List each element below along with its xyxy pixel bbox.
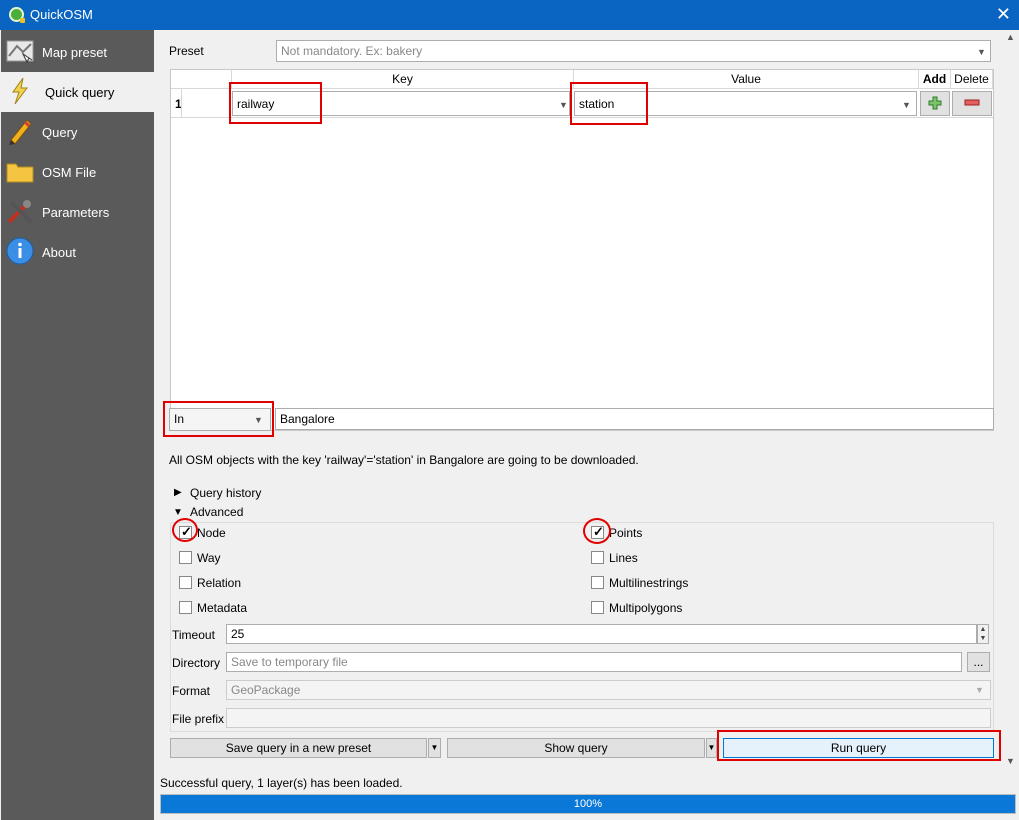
sidebar-item-label: Map preset: [42, 45, 108, 60]
way-label: Way: [197, 551, 221, 565]
lines-label: Lines: [609, 551, 638, 565]
triangle-right-icon[interactable]: ▶: [174, 487, 182, 498]
chevron-down-icon[interactable]: ▼: [977, 47, 986, 57]
timeout-label: Timeout: [172, 628, 215, 642]
multipolygons-label: Multipolygons: [609, 601, 683, 615]
chevron-down-icon[interactable]: ▼: [902, 100, 911, 110]
metadata-label: Metadata: [197, 601, 248, 615]
advanced-toggle[interactable]: Advanced: [190, 505, 243, 519]
add-row-button[interactable]: [920, 91, 950, 116]
triangle-down-icon[interactable]: ▼: [173, 507, 183, 518]
vertical-scrollbar[interactable]: ▲ ▼: [1003, 30, 1019, 772]
window-title: QuickOSM: [30, 7, 93, 22]
timeout-spinbox[interactable]: 25: [226, 624, 977, 644]
delete-row-button[interactable]: [952, 91, 992, 116]
save-preset-button[interactable]: Save query in a new preset: [170, 738, 427, 758]
sidebar-item-about[interactable]: About: [1, 232, 154, 272]
save-preset-menu-button[interactable]: ▼: [428, 738, 441, 758]
tools-icon: [7, 200, 33, 224]
sidebar-item-parameters[interactable]: Parameters: [1, 192, 154, 232]
sidebar: Map preset Quick query Query OSM File Pa…: [1, 30, 154, 820]
highlight-key: [229, 82, 322, 124]
query-history-toggle[interactable]: Query history: [190, 486, 261, 500]
place-input[interactable]: Bangalore: [275, 408, 994, 430]
preset-label: Preset: [169, 44, 204, 58]
progress-label: 100%: [573, 798, 603, 810]
scroll-up-icon[interactable]: ▲: [1006, 32, 1015, 42]
chevron-down-icon[interactable]: ▼: [559, 100, 568, 110]
sidebar-item-label: Parameters: [42, 205, 110, 220]
quick-query-panel: ▲ ▼ Preset Not mandatory. Ex: bakery ▼ K…: [155, 30, 1019, 820]
plus-icon: [928, 96, 942, 110]
format-combo: GeoPackage: [226, 680, 991, 700]
sidebar-item-label: About: [42, 245, 76, 260]
pencil-icon: [9, 119, 32, 145]
node-label: Node: [197, 526, 226, 540]
way-checkbox[interactable]: [179, 551, 192, 564]
sidebar-item-query[interactable]: Query: [1, 112, 154, 152]
metadata-checkbox[interactable]: [179, 601, 192, 614]
points-label: Points: [609, 526, 643, 540]
highlight-points: [583, 518, 611, 544]
title-bar: QuickOSM ✕: [0, 0, 1019, 30]
chevron-down-icon: ▼: [975, 685, 984, 695]
highlight-node: [172, 518, 198, 542]
preset-input[interactable]: Not mandatory. Ex: bakery: [276, 40, 991, 62]
sidebar-item-label: OSM File: [42, 165, 97, 180]
sidebar-item-map-preset[interactable]: Map preset: [1, 32, 154, 72]
relation-checkbox[interactable]: [179, 576, 192, 589]
table-header-add: Add: [919, 70, 951, 89]
lightning-icon: [12, 77, 28, 105]
scroll-down-icon[interactable]: ▼: [1006, 756, 1015, 766]
show-query-menu-button[interactable]: ▼: [706, 738, 717, 758]
lines-checkbox[interactable]: [591, 551, 604, 564]
table-empty-area: [171, 118, 993, 430]
multipolygons-checkbox[interactable]: [591, 601, 604, 614]
multilinestrings-checkbox[interactable]: [591, 576, 604, 589]
sidebar-item-osm-file[interactable]: OSM File: [1, 152, 154, 192]
browse-button[interactable]: ...: [967, 652, 990, 672]
highlight-location-mode: [163, 401, 274, 437]
spin-arrows[interactable]: ▲ ▼: [977, 624, 989, 644]
folder-icon: [6, 163, 34, 183]
sidebar-item-label: Quick query: [45, 85, 115, 100]
multilinestrings-label: Multilinestrings: [609, 576, 689, 590]
file-prefix-label: File prefix: [172, 712, 225, 726]
query-description: All OSM objects with the key 'railway'='…: [169, 453, 639, 467]
directory-input[interactable]: Save to temporary file: [226, 652, 962, 672]
file-prefix-input: [226, 708, 991, 728]
map-preset-icon: [6, 40, 34, 64]
directory-label: Directory: [172, 656, 221, 670]
table-header-index: [171, 70, 232, 89]
format-label: Format: [172, 684, 211, 698]
table-header-delete: Delete: [951, 70, 993, 89]
relation-label: Relation: [197, 576, 242, 590]
highlight-run-query: [717, 730, 1001, 761]
info-icon: [6, 237, 34, 265]
close-icon[interactable]: ✕: [996, 4, 1011, 25]
highlight-value: [570, 82, 648, 125]
progress-bar: 100%: [160, 794, 1016, 814]
minus-icon: [964, 99, 980, 106]
qgis-logo-icon: [9, 7, 25, 23]
show-query-button[interactable]: Show query: [447, 738, 705, 758]
sidebar-item-quick-query[interactable]: Quick query: [1, 72, 154, 112]
sidebar-item-label: Query: [42, 125, 78, 140]
status-message: Successful query, 1 layer(s) has been lo…: [160, 776, 403, 790]
